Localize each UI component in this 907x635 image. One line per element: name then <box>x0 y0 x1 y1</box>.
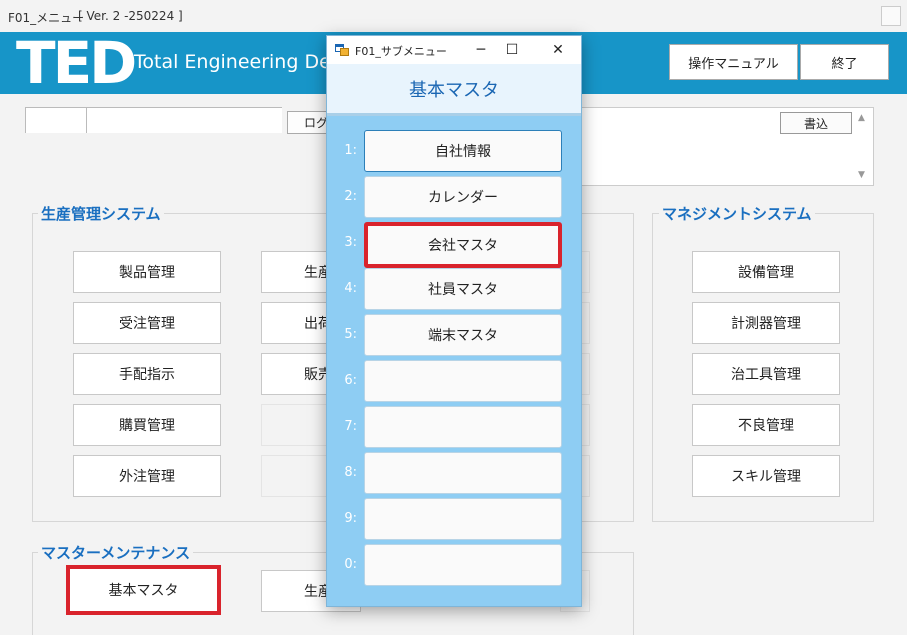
submenu-number: 8: <box>344 465 357 480</box>
product-management-button[interactable]: 製品管理 <box>73 251 221 293</box>
write-button[interactable]: 書込 <box>780 112 852 134</box>
submenu-item-0[interactable] <box>364 544 562 586</box>
log-field-id[interactable] <box>25 107 87 133</box>
submenu-item-6[interactable] <box>364 360 562 402</box>
order-management-button[interactable]: 受注管理 <box>73 302 221 344</box>
basic-master-button[interactable]: 基本マスタ <box>66 565 221 615</box>
outsourcing-management-button[interactable]: 外注管理 <box>73 455 221 497</box>
tool-management-button[interactable]: 治工具管理 <box>692 353 840 395</box>
version-label: [ Ver. 2 -250224 ] <box>78 9 183 23</box>
submenu-item-2[interactable]: カレンダー <box>364 176 562 218</box>
submenu-number: 9: <box>344 511 357 526</box>
submenu-item-3[interactable]: 会社マスタ <box>364 222 562 268</box>
submenu-item-1[interactable]: 自社情報 <box>364 130 562 172</box>
submenu-title-bar: F01_サブメニュー ─ ☐ ✕ <box>327 36 581 64</box>
instrument-management-button[interactable]: 計測器管理 <box>692 302 840 344</box>
close-icon[interactable]: ✕ <box>545 40 571 60</box>
submenu-item-5[interactable]: 端末マスタ <box>364 314 562 356</box>
defect-management-button[interactable]: 不良管理 <box>692 404 840 446</box>
log-field-name[interactable] <box>86 107 282 133</box>
app-window-icon <box>335 44 349 56</box>
equipment-management-button[interactable]: 設備管理 <box>692 251 840 293</box>
submenu-item-8[interactable] <box>364 452 562 494</box>
management-group-title: マネジメントシステム <box>659 203 815 224</box>
window-control-button[interactable] <box>881 6 901 26</box>
window-title: F01_メニュー <box>8 11 85 25</box>
exit-button[interactable]: 終了 <box>800 44 889 80</box>
window-title-bar: F01_メニュー [ Ver. 2 -250224 ] <box>0 0 907 32</box>
submenu-window-title: F01_サブメニュー <box>355 45 447 58</box>
scroll-up-icon[interactable]: ▲ <box>858 113 868 123</box>
submenu-number: 3: <box>344 235 357 250</box>
submenu-number: 1: <box>344 143 357 158</box>
manual-button[interactable]: 操作マニュアル <box>669 44 798 80</box>
ted-logo: TED <box>16 32 137 94</box>
tagline: Total Engineering Desi <box>134 51 346 73</box>
submenu-number: 0: <box>344 557 357 572</box>
purchase-management-button[interactable]: 購買管理 <box>73 404 221 446</box>
minimize-icon[interactable]: ─ <box>468 40 494 60</box>
submenu-item-7[interactable] <box>364 406 562 448</box>
submenu-number: 5: <box>344 327 357 342</box>
submenu-number: 7: <box>344 419 357 434</box>
maximize-icon[interactable]: ☐ <box>499 40 525 60</box>
skill-management-button[interactable]: スキル管理 <box>692 455 840 497</box>
submenu-number: 4: <box>344 281 357 296</box>
submenu-item-9[interactable] <box>364 498 562 540</box>
master-group-title: マスターメンテナンス <box>38 542 194 563</box>
submenu-number: 6: <box>344 373 357 388</box>
arrangement-button[interactable]: 手配指示 <box>73 353 221 395</box>
submenu-item-4[interactable]: 社員マスタ <box>364 268 562 310</box>
production-group-title: 生産管理システム <box>38 203 164 224</box>
submenu-dialog: F01_サブメニュー ─ ☐ ✕ 基本マスタ 1: 自社情報 2: カレンダー … <box>326 35 582 607</box>
scroll-down-icon[interactable]: ▼ <box>858 170 868 180</box>
submenu-header: 基本マスタ <box>327 64 581 116</box>
submenu-number: 2: <box>344 189 357 204</box>
